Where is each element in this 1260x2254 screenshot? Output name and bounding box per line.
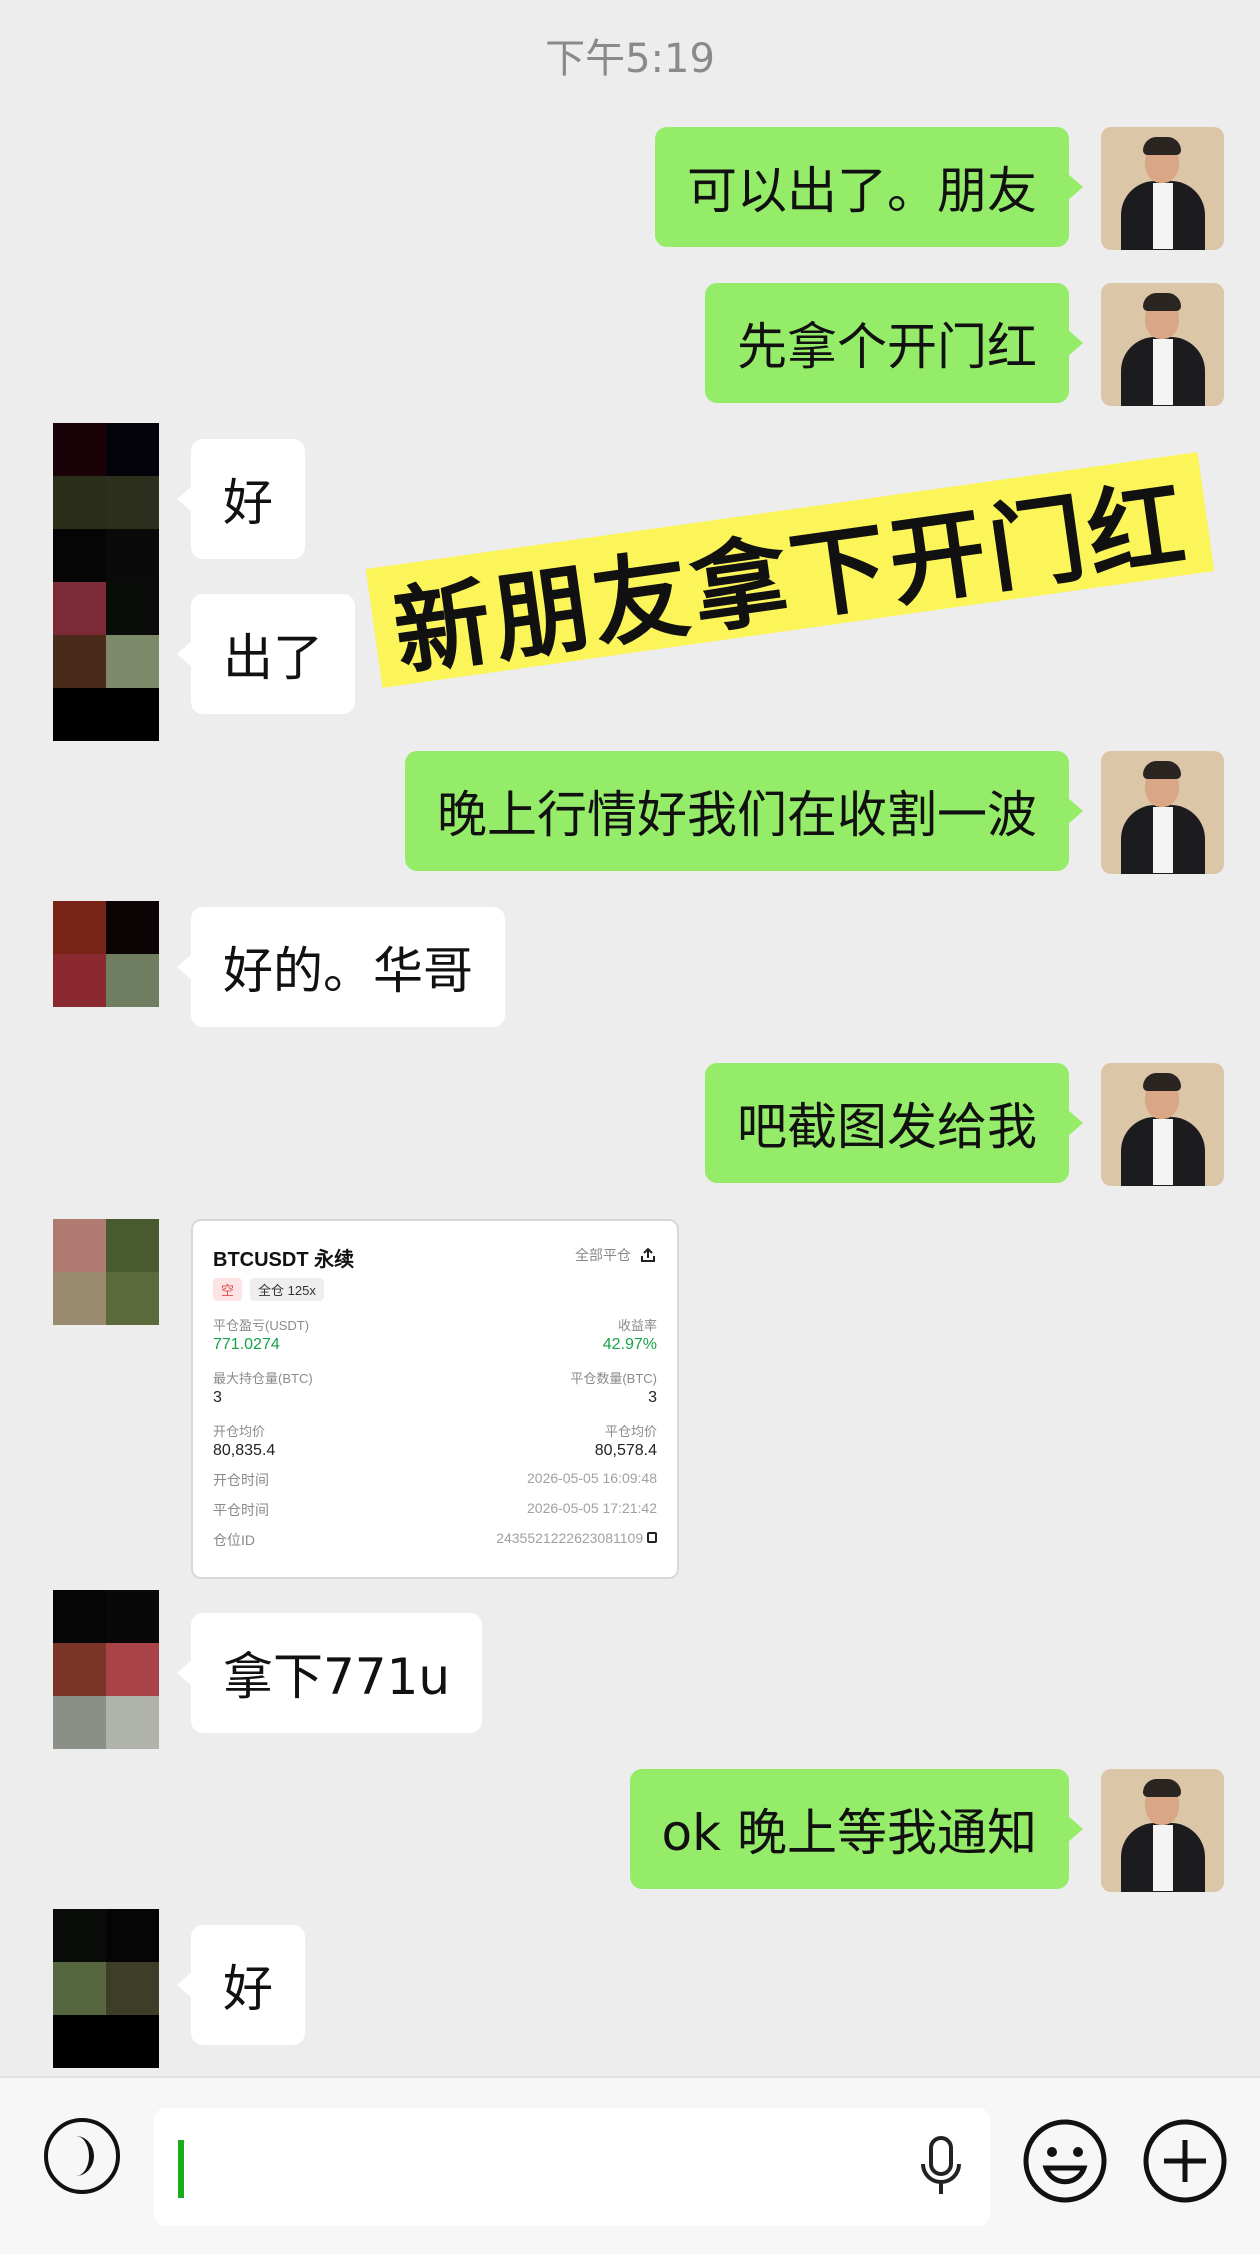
message-bubble-contact[interactable]: 好 [177,1925,305,2045]
my-avatar[interactable] [1101,1063,1224,1186]
message-bubble-mine[interactable]: 吧截图发给我 [705,1063,1083,1183]
message-bubble-mine[interactable]: ok 晚上等我通知 [629,1769,1084,1889]
side-tag: 空 [213,1278,243,1301]
message-bubble-contact[interactable]: 好的。华哥 [177,907,505,1027]
contact-avatar[interactable] [53,1909,159,2068]
input-bar [0,2076,1260,2254]
contact-avatar[interactable] [53,1590,159,1749]
my-avatar[interactable] [1101,751,1224,874]
highlight-banner: 新朋友拿下开门红 [365,452,1215,690]
max-position-value: 3 [213,1389,222,1406]
timestamp: 下午5:19 [545,36,715,82]
close-qty-value: 3 [648,1389,657,1406]
message-bubble-mine[interactable]: 可以出了。朋友 [655,127,1083,247]
open-time-value: 2026-05-05 16:09:48 [527,1470,657,1486]
my-avatar[interactable] [1101,127,1224,250]
contact-avatar[interactable] [53,423,159,741]
position-id-label: 仓位ID [213,1532,255,1548]
roi-label: 收益率 [617,1318,657,1333]
contact-avatar[interactable] [53,901,159,1007]
text-cursor [178,2140,184,2198]
my-avatar[interactable] [1101,1769,1224,1892]
message-bubble-mine[interactable]: 先拿个开门红 [705,283,1083,403]
emoji-icon[interactable] [1022,2118,1108,2204]
message-bubble-contact[interactable]: 拿下771u [176,1613,483,1733]
max-position-label: 最大持仓量(BTC) [213,1371,313,1386]
close-time-label: 平仓时间 [213,1502,269,1518]
position-id-value: 2435521222623081109 [496,1530,644,1546]
close-qty-label: 平仓数量(BTC) [570,1371,657,1386]
close-time-value: 2026-05-05 17:21:42 [527,1500,657,1516]
voice-icon[interactable] [44,2118,120,2194]
close-avg-label: 平仓均价 [604,1424,657,1439]
trade-screenshot-card[interactable]: BTCUSDT 永续 空 全仓 125x 全部平仓 平仓盈亏(USDT) 771.… [191,1219,679,1579]
message-input[interactable] [154,2108,990,2226]
contact-avatar[interactable] [53,1219,159,1325]
my-avatar[interactable] [1101,283,1224,406]
message-bubble-contact[interactable]: 出了 [177,594,355,714]
close-avg-value: 80,578.4 [594,1442,657,1459]
open-avg-label: 开仓均价 [213,1424,266,1439]
pnl-label: 平仓盈亏(USDT) [213,1318,310,1333]
roi-value: 42.97% [602,1336,657,1353]
margin-tag: 全仓 125x [250,1278,324,1301]
open-avg-value: 80,835.4 [213,1442,276,1459]
share-icon[interactable] [639,1246,657,1264]
message-bubble-mine[interactable]: 晚上行情好我们在收割一波 [405,751,1083,871]
microphone-icon[interactable] [918,2136,964,2198]
plus-icon[interactable] [1142,2118,1228,2204]
close-all-label: 全部平仓 [575,1247,631,1263]
copy-icon[interactable] [647,1532,657,1543]
open-time-label: 开仓时间 [213,1472,269,1488]
pnl-value: 771.0274 [213,1336,280,1353]
message-bubble-contact[interactable]: 好 [177,439,305,559]
